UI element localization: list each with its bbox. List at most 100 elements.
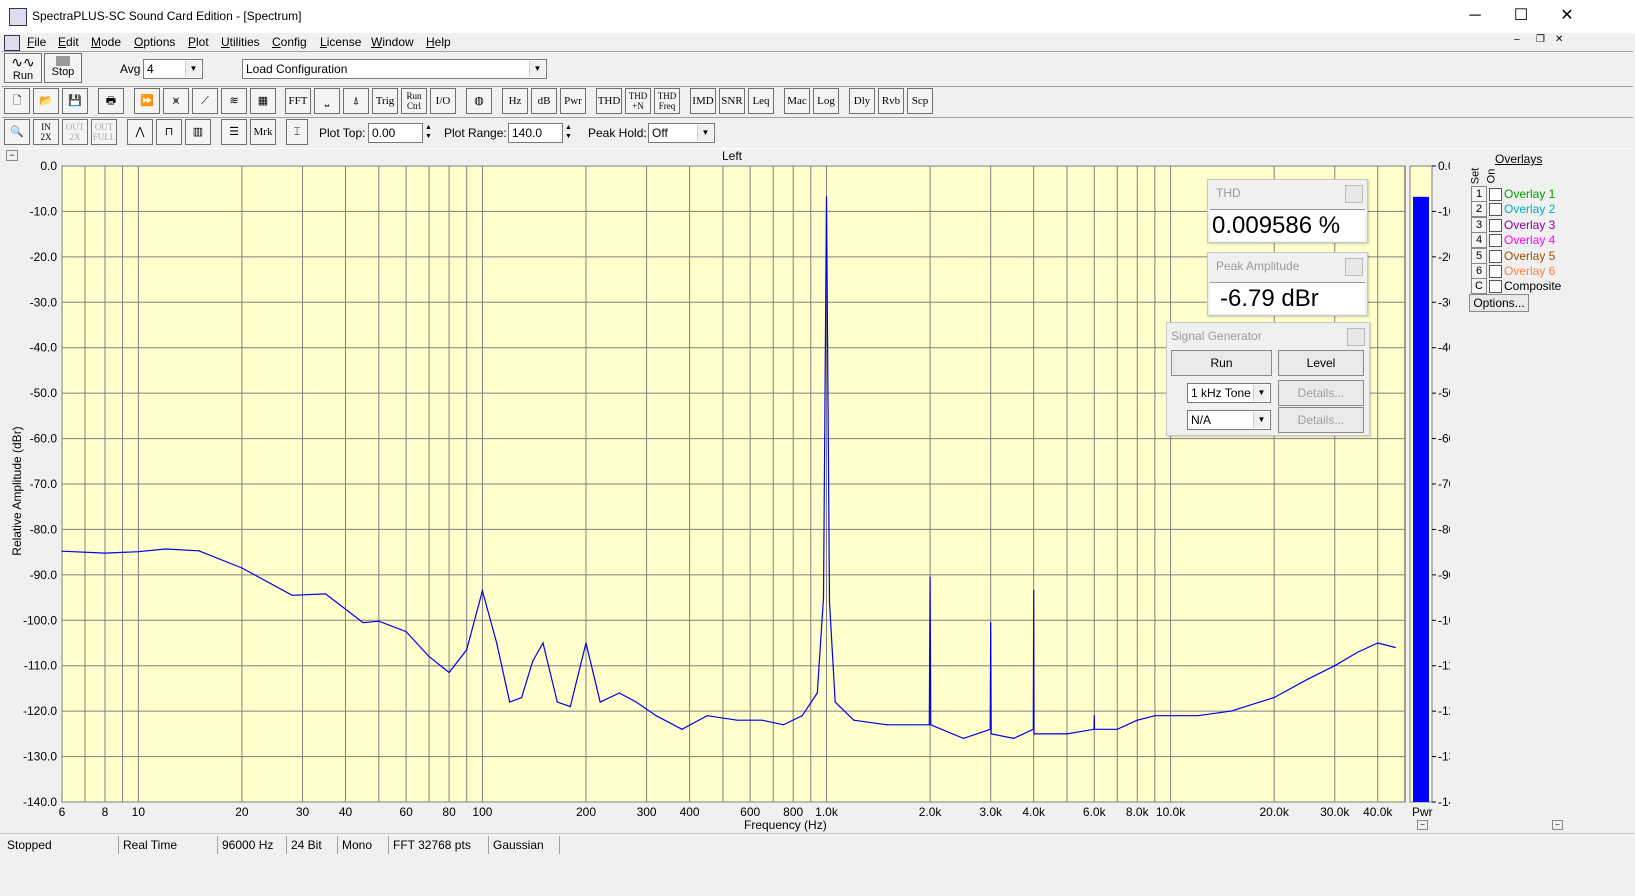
mac-button[interactable]: Mac xyxy=(784,88,810,114)
snr-button[interactable]: SNR xyxy=(719,88,745,114)
close-icon[interactable] xyxy=(1345,258,1363,276)
plot-top-spinner[interactable]: ▲ ▼ xyxy=(423,123,434,143)
generator-icon[interactable]: ◍ xyxy=(466,88,492,114)
scp-button[interactable]: Scp xyxy=(907,88,933,114)
mrk-button[interactable]: Mrk xyxy=(250,119,276,145)
menu-edit[interactable]: Edit xyxy=(58,35,79,49)
minimize-button[interactable]: ─ xyxy=(1452,0,1498,32)
step-plot-icon[interactable]: ⊓ xyxy=(156,119,182,145)
pwr-button[interactable]: Pwr xyxy=(560,88,586,114)
zoom-in-2x-icon[interactable]: IN 2X xyxy=(33,119,59,145)
signal-generator-panel[interactable]: Signal Generator Run Level 1 kHz Tone ▼ … xyxy=(1166,322,1370,436)
overlay-options-button[interactable]: Options... xyxy=(1469,294,1529,312)
run-button[interactable]: ∿∿ Run xyxy=(4,53,42,83)
leq-button[interactable]: Leq xyxy=(748,88,774,114)
ramp-icon[interactable]: ⟋ xyxy=(192,88,218,114)
imd-button[interactable]: IMD xyxy=(690,88,716,114)
io-button[interactable]: I/O xyxy=(430,88,456,114)
save-icon[interactable]: 💾 xyxy=(62,88,88,114)
tripod-icon[interactable]: ⍋ xyxy=(343,88,369,114)
overlay-set-button[interactable]: 4 xyxy=(1471,232,1487,249)
overlay-checkbox[interactable] xyxy=(1489,234,1502,248)
thd-n-button[interactable]: THD +N xyxy=(625,88,651,114)
db-button[interactable]: dB xyxy=(531,88,557,114)
thd-panel[interactable]: THD 0.009586 % xyxy=(1207,179,1368,243)
zoom-out-2x-icon[interactable]: OUT 2X xyxy=(62,119,88,145)
bracket-icon[interactable]: ⎵ xyxy=(314,88,340,114)
menu-mode[interactable]: Mode xyxy=(91,35,121,49)
details-button-2[interactable]: Details... xyxy=(1278,407,1364,433)
configuration-select[interactable]: Load Configuration ▼ xyxy=(242,59,547,79)
mdi-minimize-icon[interactable]: – xyxy=(1514,34,1520,45)
3d-surface-icon[interactable]: ▦ xyxy=(250,88,276,114)
line-plot-icon[interactable]: ⋀ xyxy=(127,119,153,145)
overlay-set-button[interactable]: C xyxy=(1471,278,1487,295)
overlay-checkbox[interactable] xyxy=(1489,249,1502,263)
waterfall-icon[interactable]: ≋ xyxy=(221,88,247,114)
fast-forward-icon[interactable]: ⏩ xyxy=(134,88,160,114)
maximize-button[interactable]: ☐ xyxy=(1498,0,1544,32)
mdi-close-icon[interactable]: ✕ xyxy=(1555,34,1563,45)
generator-source-select[interactable]: 1 kHz Tone ▼ xyxy=(1187,383,1271,403)
fft-button[interactable]: FFT xyxy=(285,88,311,114)
overlay-set-button[interactable]: 3 xyxy=(1471,216,1487,233)
app-icon[interactable] xyxy=(9,8,27,26)
close-icon[interactable] xyxy=(1347,328,1365,346)
panel-collapse-icon[interactable]: − xyxy=(1552,820,1563,830)
run-ctrl-button[interactable]: Run Ctrl xyxy=(401,88,427,114)
menu-options[interactable]: Options xyxy=(134,35,175,49)
bar-plot-icon[interactable]: ▥ xyxy=(185,119,211,145)
list-icon[interactable]: ☰ xyxy=(221,119,247,145)
log-button[interactable]: Log xyxy=(813,88,839,114)
document-icon[interactable] xyxy=(4,35,20,51)
overlay-checkbox[interactable] xyxy=(1489,280,1502,294)
generator-run-button[interactable]: Run xyxy=(1171,350,1272,376)
details-button-1[interactable]: Details... xyxy=(1278,380,1364,406)
menu-file[interactable]: File xyxy=(27,35,46,49)
menu-utilities[interactable]: Utilities xyxy=(221,35,260,49)
plot-range-spinner[interactable]: ▲ ▼ xyxy=(563,123,574,143)
generator-source2-select[interactable]: N/A ▼ xyxy=(1187,410,1271,430)
zoom-icon[interactable]: 🔍 xyxy=(4,119,30,145)
menu-help[interactable]: Help xyxy=(426,35,451,49)
dly-button[interactable]: Dly xyxy=(849,88,875,114)
print-icon[interactable]: 🖶 xyxy=(98,88,124,114)
zoom-out-full-icon[interactable]: OUT FULL xyxy=(91,119,117,145)
overlay-set-button[interactable]: 1 xyxy=(1471,186,1487,202)
overlay-set-button[interactable]: 2 xyxy=(1471,201,1487,218)
spectrum-chart[interactable]: 0.0 -10.0 -20.0 -30.0 -40.0 -50.0 -60.0 -70.0 -8… xyxy=(0,148,1450,828)
close-button[interactable]: ✕ xyxy=(1544,0,1590,32)
overlay-checkbox[interactable] xyxy=(1489,218,1502,232)
thd-button[interactable]: THD xyxy=(596,88,622,114)
overlay-checkbox[interactable] xyxy=(1489,188,1502,201)
new-file-icon[interactable]: 🗋 xyxy=(4,88,30,114)
menu-window[interactable]: Window xyxy=(371,35,414,49)
hz-button[interactable]: Hz xyxy=(502,88,528,114)
menu-config[interactable]: Config xyxy=(272,35,307,49)
peak-amplitude-panel[interactable]: Peak Amplitude -6.79 dBr xyxy=(1207,252,1368,316)
x-tick-label: 10 xyxy=(132,805,146,819)
mdi-restore-icon[interactable]: ❐ xyxy=(1536,34,1545,45)
cursor-icon[interactable]: ⌶ xyxy=(286,119,308,145)
rvb-button[interactable]: Rvb xyxy=(878,88,904,114)
overlay-checkbox[interactable] xyxy=(1489,203,1502,217)
plot-range-input[interactable]: 140.0 xyxy=(508,123,563,143)
set-label: Set xyxy=(1469,167,1482,185)
peak-hold-select[interactable]: Off ▼ xyxy=(648,123,715,143)
meter-tick-label: -90.0 xyxy=(1438,568,1450,582)
trig-button[interactable]: Trig xyxy=(372,88,398,114)
menu-plot[interactable]: Plot xyxy=(188,35,209,49)
overlay-checkbox[interactable] xyxy=(1489,265,1502,278)
spectrum-icon[interactable]: ⩙ xyxy=(163,88,189,114)
y-tick-label: -120.0 xyxy=(23,704,57,718)
avg-select[interactable]: 4 ▼ xyxy=(143,59,203,79)
overlay-set-button[interactable]: 5 xyxy=(1471,247,1487,264)
plot-top-input[interactable]: 0.00 xyxy=(368,123,423,143)
menu-license[interactable]: License xyxy=(320,35,361,49)
close-icon[interactable] xyxy=(1345,185,1363,203)
stop-button[interactable]: Stop xyxy=(44,53,82,83)
overlay-set-button[interactable]: 6 xyxy=(1471,263,1487,279)
generator-level-button[interactable]: Level xyxy=(1278,350,1364,376)
thd-freq-button[interactable]: THD Freq xyxy=(654,88,680,114)
open-folder-icon[interactable]: 📂 xyxy=(33,88,59,114)
